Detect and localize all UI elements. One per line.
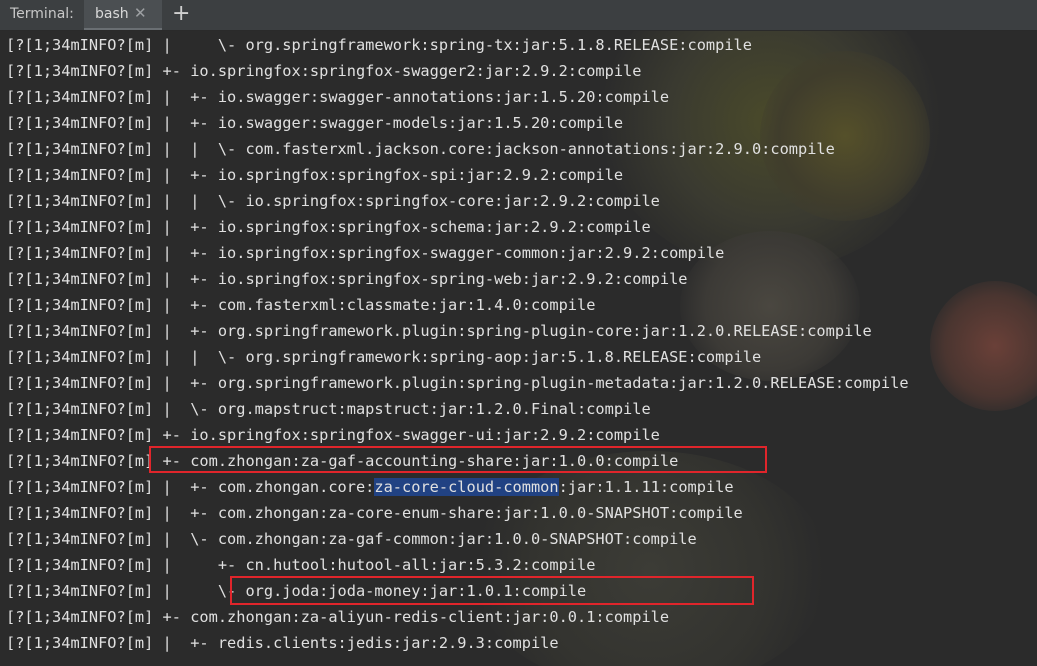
selected-text: za-core-cloud-common	[374, 478, 559, 496]
terminal-line-prefix: [?[1;34mINFO?[m] | +- com.zhongan.core:	[6, 478, 375, 496]
terminal-line: [?[1;34mINFO?[m] +- com.zhongan:za-aliyu…	[6, 608, 670, 626]
terminal-line: [?[1;34mINFO?[m] | \- org.mapstruct:maps…	[6, 400, 651, 418]
terminal-line: [?[1;34mINFO?[m] | +- org.springframewor…	[6, 374, 909, 392]
tab-bash[interactable]: bash ✕	[84, 0, 162, 30]
terminal-line: [?[1;34mINFO?[m] +- io.springfox:springf…	[6, 62, 642, 80]
terminal-line: [?[1;34mINFO?[m] | +- io.swagger:swagger…	[6, 114, 624, 132]
terminal-line: [?[1;34mINFO?[m] | +- io.swagger:swagger…	[6, 88, 670, 106]
tab-bash-label: bash	[95, 6, 129, 22]
terminal-tab-bar: Terminal: bash ✕ +	[0, 0, 1037, 31]
terminal-line: [?[1;34mINFO?[m] | +- org.springframewor…	[6, 322, 872, 340]
terminal-line-with-selection: [?[1;34mINFO?[m] | +- com.zhongan.core:z…	[6, 476, 734, 498]
terminal-line-suffix: :jar:1.1.11:compile	[558, 478, 734, 496]
terminal-line: [?[1;34mINFO?[m] | +- io.springfox:sprin…	[6, 270, 688, 288]
terminal-label: Terminal:	[10, 6, 74, 22]
terminal-output[interactable]: [?[1;34mINFO?[m] | \- org.springframewor…	[0, 31, 1037, 666]
terminal-line: [?[1;34mINFO?[m] | | \- com.fasterxml.ja…	[6, 140, 835, 158]
terminal-line: [?[1;34mINFO?[m] | +- redis.clients:jedi…	[6, 634, 559, 652]
terminal-line: [?[1;34mINFO?[m] | +- com.fasterxml:clas…	[6, 296, 596, 314]
terminal-line: [?[1;34mINFO?[m] | \- org.springframewor…	[6, 36, 752, 54]
highlight-box-joda-money	[230, 576, 754, 605]
terminal-line: [?[1;34mINFO?[m] | +- io.springfox:sprin…	[6, 218, 651, 236]
terminal-line: [?[1;34mINFO?[m] | +- cn.hutool:hutool-a…	[6, 556, 596, 574]
highlight-box-accounting-share	[149, 446, 767, 473]
terminal-line: [?[1;34mINFO?[m] | +- com.zhongan:za-cor…	[6, 504, 743, 522]
terminal-line: [?[1;34mINFO?[m] +- io.springfox:springf…	[6, 426, 660, 444]
terminal-line: [?[1;34mINFO?[m] | \- com.zhongan:za-gaf…	[6, 530, 697, 548]
terminal-line: [?[1;34mINFO?[m] | +- io.springfox:sprin…	[6, 166, 624, 184]
terminal-line: [?[1;34mINFO?[m] | +- io.springfox:sprin…	[6, 244, 725, 262]
close-icon[interactable]: ✕	[134, 4, 147, 22]
terminal-line: [?[1;34mINFO?[m] | | \- io.springfox:spr…	[6, 192, 660, 210]
terminal-line: [?[1;34mINFO?[m] | | \- org.springframew…	[6, 348, 762, 366]
add-tab-icon[interactable]: +	[172, 1, 190, 26]
